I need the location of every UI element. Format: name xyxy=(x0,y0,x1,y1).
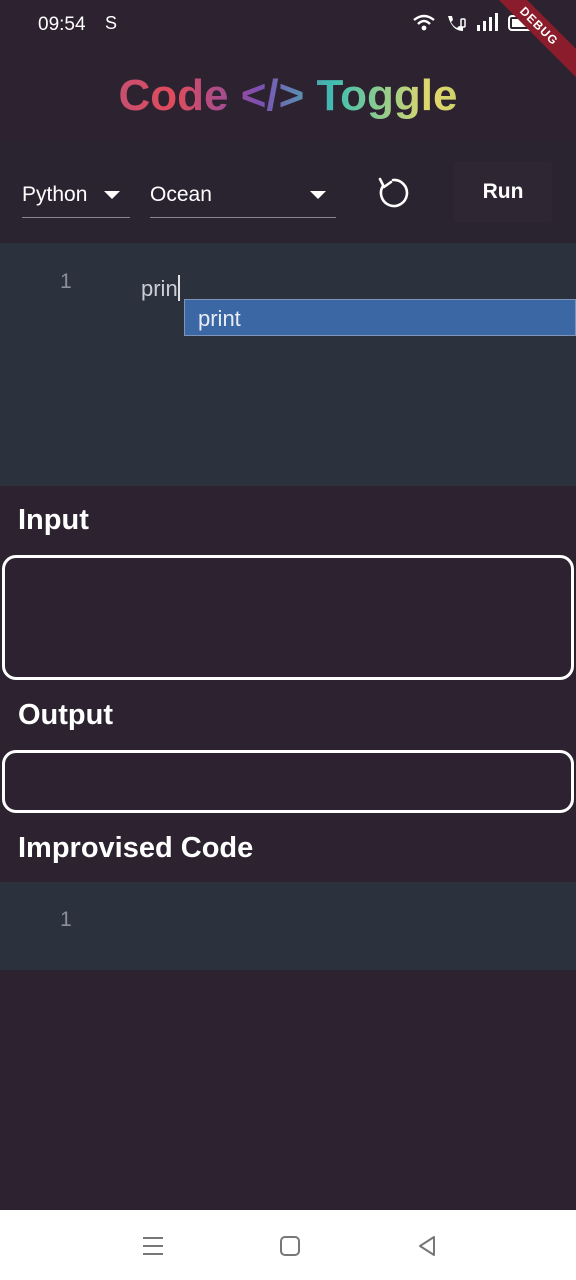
language-value: Python xyxy=(22,183,88,206)
status-s-icon: S xyxy=(105,13,118,33)
wifi-icon xyxy=(412,13,436,33)
code-editor[interactable]: 1 prin print xyxy=(0,243,576,486)
navigation-bar xyxy=(0,1210,576,1280)
menu-icon[interactable] xyxy=(139,1232,167,1260)
home-icon[interactable] xyxy=(276,1232,304,1260)
theme-value: Ocean xyxy=(150,183,212,206)
status-time: 09:54 xyxy=(38,14,86,35)
app-title: Code </> Toggle xyxy=(0,68,576,124)
caret-down-icon xyxy=(310,191,326,199)
code-text: prin xyxy=(141,276,178,301)
toolbar: Python Ocean Run xyxy=(0,141,576,243)
autocomplete-popup: print xyxy=(184,299,576,336)
theme-dropdown[interactable]: Ocean xyxy=(150,173,336,218)
line-number: 1 xyxy=(60,908,72,931)
signal-icon xyxy=(476,13,500,33)
back-icon[interactable] xyxy=(413,1232,441,1260)
wifi-call-icon xyxy=(444,13,468,33)
improvised-code-editor[interactable]: 1 xyxy=(0,882,576,970)
output-field[interactable] xyxy=(2,750,574,813)
improvised-code-label: Improvised Code xyxy=(18,832,254,864)
output-label: Output xyxy=(18,699,114,731)
line-number: 1 xyxy=(60,270,72,293)
autocomplete-suggestion[interactable]: print xyxy=(198,306,241,332)
code-line[interactable]: prin xyxy=(141,275,180,302)
text-cursor xyxy=(177,275,180,301)
input-field[interactable] xyxy=(2,555,574,680)
reset-icon[interactable] xyxy=(374,174,412,212)
language-dropdown[interactable]: Python xyxy=(22,173,130,218)
status-bar: 09:54 S DEBUG xyxy=(0,0,576,87)
caret-down-icon xyxy=(104,191,120,199)
input-label: Input xyxy=(18,504,89,536)
run-button[interactable]: Run xyxy=(454,161,552,223)
